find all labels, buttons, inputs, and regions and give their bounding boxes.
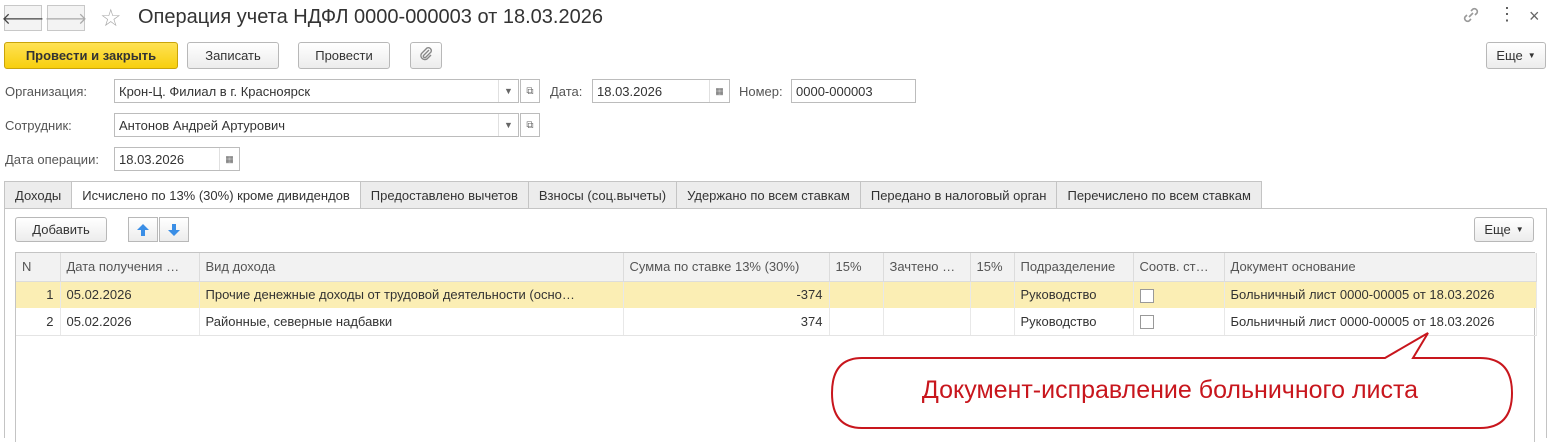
callout-text: Документ-исправление больничного листа xyxy=(921,376,1419,404)
callout-bubble xyxy=(830,332,1514,429)
